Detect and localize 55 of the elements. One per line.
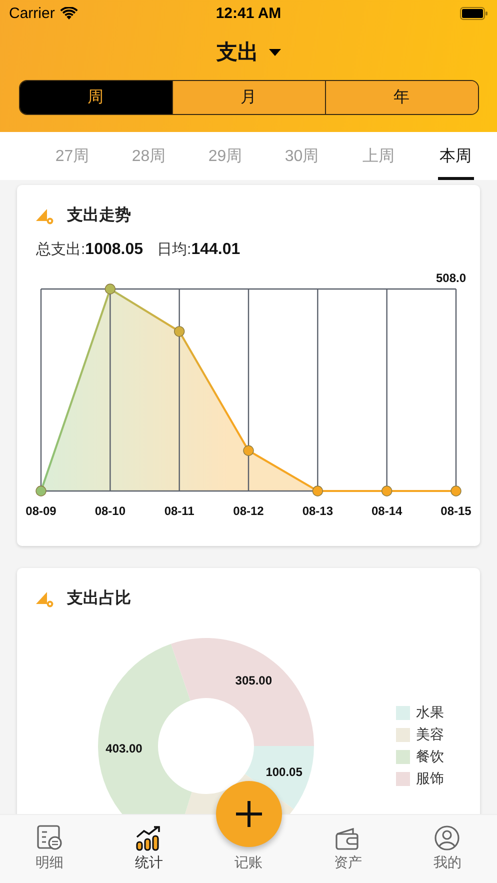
legend-label: 服饰 [416, 770, 444, 788]
x-tick-label: 08-09 [26, 504, 56, 518]
tab-bar-item[interactable]: 明细 [0, 815, 100, 883]
slice-value-label: 305.00 [235, 673, 272, 688]
title-dropdown[interactable]: 支出 [216, 37, 280, 67]
max-value-label: 508.0 [436, 271, 466, 285]
data-point [450, 486, 462, 496]
x-tick-label: 08-11 [164, 504, 194, 518]
chart-settings-icon [35, 590, 55, 608]
summary-value: 1008.05 [85, 241, 144, 259]
chart-settings-icon [35, 206, 55, 224]
legend-label: 水果 [416, 704, 444, 722]
x-tick-label: 08-14 [371, 504, 402, 518]
period-tab[interactable]: 年 [324, 81, 478, 114]
x-tick-label: 08-10 [94, 504, 126, 518]
data-point [312, 486, 324, 496]
data-point [243, 445, 254, 456]
caret-icon [268, 48, 280, 56]
x-tick-label: 08-12 [233, 504, 264, 518]
battery-icon [460, 6, 488, 20]
card-title: 支出走势 [67, 205, 131, 226]
period-tab[interactable]: 月 [172, 81, 324, 114]
add-button[interactable] [216, 781, 282, 847]
data-point [36, 486, 46, 496]
summary-label: 总支出: [36, 240, 86, 259]
week-tab[interactable]: 30周 [264, 132, 340, 180]
legend-label: 餐饮 [416, 748, 444, 766]
tab-bar-item[interactable]: 我的 [398, 815, 497, 883]
x-tick-label: 08-15 [440, 504, 472, 518]
week-tab[interactable]: 上周 [340, 132, 416, 180]
status-time: 12:41 AM [216, 4, 282, 22]
plus-icon [236, 801, 262, 827]
card-title: 支出占比 [67, 588, 131, 609]
tab-bar-item[interactable]: 统计 [99, 815, 199, 883]
week-tab[interactable]: 28周 [110, 132, 187, 180]
x-tick-label: 08-13 [302, 504, 334, 518]
tab-bar-item[interactable]: 资产 [298, 815, 398, 883]
wifi-icon [60, 6, 78, 20]
week-tab[interactable]: 本周 [438, 132, 474, 180]
week-tab[interactable]: 29周 [187, 132, 264, 180]
slice-value-label: 403.00 [106, 741, 142, 756]
summary-label: 日均: [157, 240, 192, 259]
data-point [174, 326, 185, 337]
period-tab[interactable]: 周 [20, 81, 172, 114]
legend-label: 美容 [416, 726, 444, 744]
profile-icon [434, 825, 460, 851]
data-point [381, 486, 392, 496]
week-tab[interactable]: 27周 [34, 132, 110, 180]
tab-label[interactable]: 记账 [234, 854, 263, 872]
wallet-icon [334, 827, 361, 851]
data-point [104, 284, 116, 294]
carrier-label: Carrier [9, 4, 55, 22]
summary-value: 144.01 [191, 241, 240, 259]
slice-value-label: 100.05 [266, 765, 302, 780]
ledger-icon [36, 825, 63, 851]
